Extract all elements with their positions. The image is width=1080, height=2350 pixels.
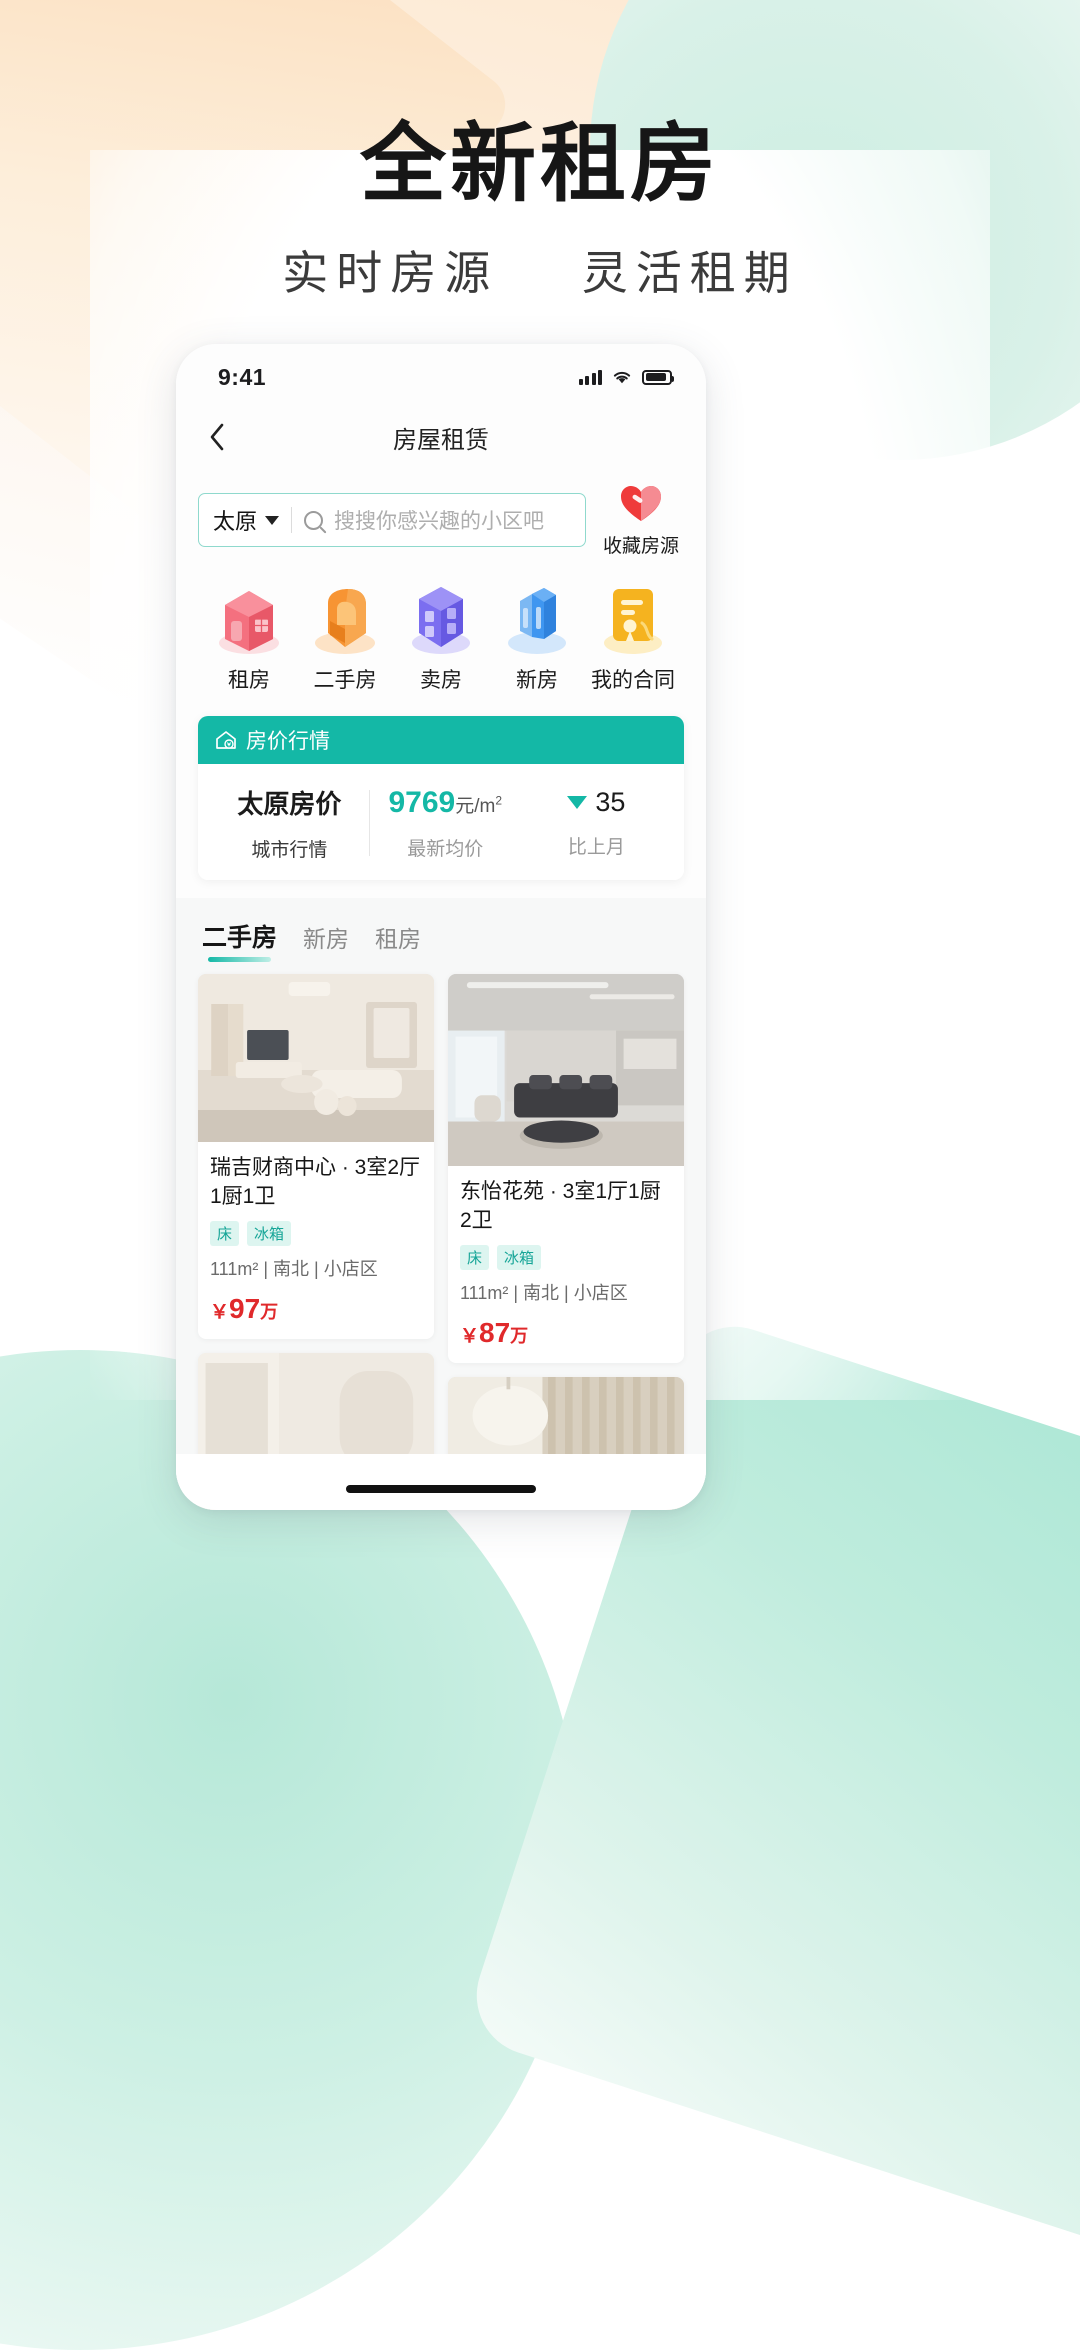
- listing-meta: 111m² | 南北 | 小店区: [460, 1282, 628, 1303]
- listing-price-value: 97: [229, 1292, 261, 1324]
- nav-bar: 房屋租赁: [176, 406, 706, 468]
- listing-tag: 冰箱: [497, 1244, 542, 1270]
- listing-price-symbol: ￥: [210, 1301, 230, 1323]
- listing-meta: 111m² | 南北 | 小店区: [210, 1258, 378, 1279]
- listing-price: ￥97万: [210, 1293, 422, 1325]
- price-average-number: 9769: [388, 785, 456, 819]
- search-divider: [291, 507, 293, 533]
- listing-image: [198, 974, 434, 1142]
- category-item-rent[interactable]: 租房: [202, 580, 296, 694]
- tab-rent[interactable]: 租房: [375, 920, 421, 962]
- favorite-listings-button[interactable]: 收藏房源: [598, 482, 684, 558]
- tab-newhouse[interactable]: 新房: [303, 920, 349, 962]
- price-delta-sub: 比上月: [567, 837, 625, 858]
- listing-column-right: 东怡花苑 · 3室1厅1厨2卫 床 冰箱 111m² | 南北 | 小店区 ￥8…: [448, 974, 684, 1510]
- search-bar[interactable]: 太原 搜搜你感兴趣的小区吧: [198, 493, 586, 547]
- chevron-down-icon: [265, 515, 280, 525]
- phone-mockup: 9:41 房屋租赁 太原 搜搜你感兴趣的小区吧 收藏房源 租房 二手房 卖房 新…: [176, 344, 706, 1510]
- hero-subtitle: 实时房源 灵活租期: [0, 237, 1080, 303]
- status-bar: 9:41: [176, 344, 706, 406]
- building-icon: [394, 580, 488, 658]
- category-item-secondhand[interactable]: 二手房: [298, 580, 392, 694]
- category-label: 我的合同: [591, 669, 675, 692]
- home-indicator: [346, 1485, 536, 1493]
- listing-price-symbol: ￥: [460, 1325, 480, 1347]
- listing-grid: 瑞吉财商中心 · 3室2厅1厨1卫 床 冰箱 111m² | 南北 | 小店区 …: [176, 962, 706, 1510]
- listing-price-unit: 万: [260, 1301, 279, 1322]
- favorite-listings-label: 收藏房源: [602, 536, 679, 557]
- armchair-icon: [298, 580, 392, 658]
- price-average-unit-sup: 2: [495, 793, 503, 808]
- listing-tags: 床 冰箱: [210, 1220, 422, 1246]
- listing-image: [448, 974, 684, 1166]
- price-card-header: 房价行情: [198, 716, 684, 764]
- search-row: 太原 搜搜你感兴趣的小区吧 收藏房源: [176, 468, 706, 558]
- hero-section: 全新租房 实时房源 灵活租期: [0, 0, 1080, 303]
- category-label: 新房: [516, 669, 558, 692]
- price-delta-value: 35: [521, 787, 672, 818]
- triangle-down-icon: [567, 796, 588, 809]
- price-average-sub: 最新均价: [407, 838, 484, 860]
- category-label: 卖房: [420, 669, 462, 692]
- search-input[interactable]: 搜搜你感兴趣的小区吧: [334, 505, 544, 535]
- home-price-icon: [216, 731, 236, 749]
- search-icon: [304, 510, 324, 530]
- category-item-sell[interactable]: 卖房: [394, 580, 488, 694]
- listing-price: ￥87万: [460, 1317, 672, 1349]
- listing-tag: 冰箱: [247, 1220, 292, 1246]
- price-delta-col: 35 比上月: [521, 787, 672, 859]
- category-row: 租房 二手房 卖房 新房 我的合同: [176, 558, 706, 694]
- category-item-newhouse[interactable]: 新房: [490, 580, 584, 694]
- heart-icon: [621, 486, 661, 521]
- category-label: 二手房: [313, 669, 377, 692]
- listing-price-unit: 万: [510, 1325, 529, 1346]
- page-title: 房屋租赁: [393, 426, 489, 454]
- listing-body: 瑞吉财商中心 · 3室2厅1厨1卫 床 冰箱 111m² | 南北 | 小店区 …: [198, 1142, 434, 1339]
- listing-tags: 床 冰箱: [460, 1244, 672, 1270]
- hero-subtitle-left: 实时房源: [282, 246, 499, 299]
- city-selector[interactable]: 太原: [213, 504, 291, 536]
- price-average-unit: 元/m2: [455, 793, 503, 817]
- house-icon: [202, 580, 296, 658]
- price-city-col: 太原房价 城市行情: [210, 784, 369, 862]
- price-city-sub: 城市行情: [251, 840, 328, 861]
- status-time: 9:41: [218, 363, 267, 390]
- price-card-wrapper: 房价行情 太原房价 城市行情 9769元/m2 最新均价 35 比上月: [176, 694, 706, 880]
- signal-bars-icon: [578, 369, 602, 385]
- price-delta-number: 35: [595, 787, 626, 817]
- category-item-contract[interactable]: 我的合同: [586, 580, 680, 694]
- price-card-title: 房价行情: [246, 730, 330, 753]
- listing-title: 瑞吉财商中心 · 3室2厅1厨1卫: [210, 1156, 421, 1208]
- listing-card[interactable]: 东怡花苑 · 3室1厅1厨2卫 床 冰箱 111m² | 南北 | 小店区 ￥8…: [448, 974, 684, 1363]
- hero-title: 全新租房: [360, 116, 720, 212]
- city-selector-label: 太原: [213, 509, 258, 534]
- phone-bottom-bar: [176, 1454, 706, 1510]
- hero-subtitle-right: 灵活租期: [581, 246, 798, 299]
- listing-card[interactable]: 瑞吉财商中心 · 3室2厅1厨1卫 床 冰箱 111m² | 南北 | 小店区 …: [198, 974, 434, 1339]
- price-card[interactable]: 房价行情 太原房价 城市行情 9769元/m2 最新均价 35 比上月: [198, 716, 684, 880]
- listing-column-left: 瑞吉财商中心 · 3室2厅1厨1卫 床 冰箱 111m² | 南北 | 小店区 …: [198, 974, 434, 1510]
- tower-icon: [490, 580, 584, 658]
- listing-price-value: 87: [479, 1316, 511, 1348]
- listing-title: 东怡花苑 · 3室1厅1厨2卫: [460, 1180, 661, 1232]
- tab-secondhand[interactable]: 二手房: [202, 918, 277, 962]
- battery-icon: [642, 369, 674, 385]
- price-city-value: 太原房价: [237, 789, 342, 819]
- listing-tabs: 二手房 新房 租房: [176, 898, 706, 962]
- price-average-value: 9769元/m2: [370, 786, 521, 820]
- listing-tag: 床: [460, 1244, 490, 1270]
- contract-icon: [586, 580, 680, 658]
- category-label: 租房: [228, 669, 270, 692]
- price-average-unit-text: 元/m: [455, 795, 496, 817]
- price-card-body: 太原房价 城市行情 9769元/m2 最新均价 35 比上月: [198, 764, 684, 880]
- listing-tag: 床: [210, 1220, 240, 1246]
- listing-body: 东怡花苑 · 3室1厅1厨2卫 床 冰箱 111m² | 南北 | 小店区 ￥8…: [448, 1166, 684, 1363]
- wifi-icon: [613, 371, 631, 384]
- status-indicators: [578, 369, 674, 385]
- price-average-col: 9769元/m2 最新均价: [370, 786, 521, 861]
